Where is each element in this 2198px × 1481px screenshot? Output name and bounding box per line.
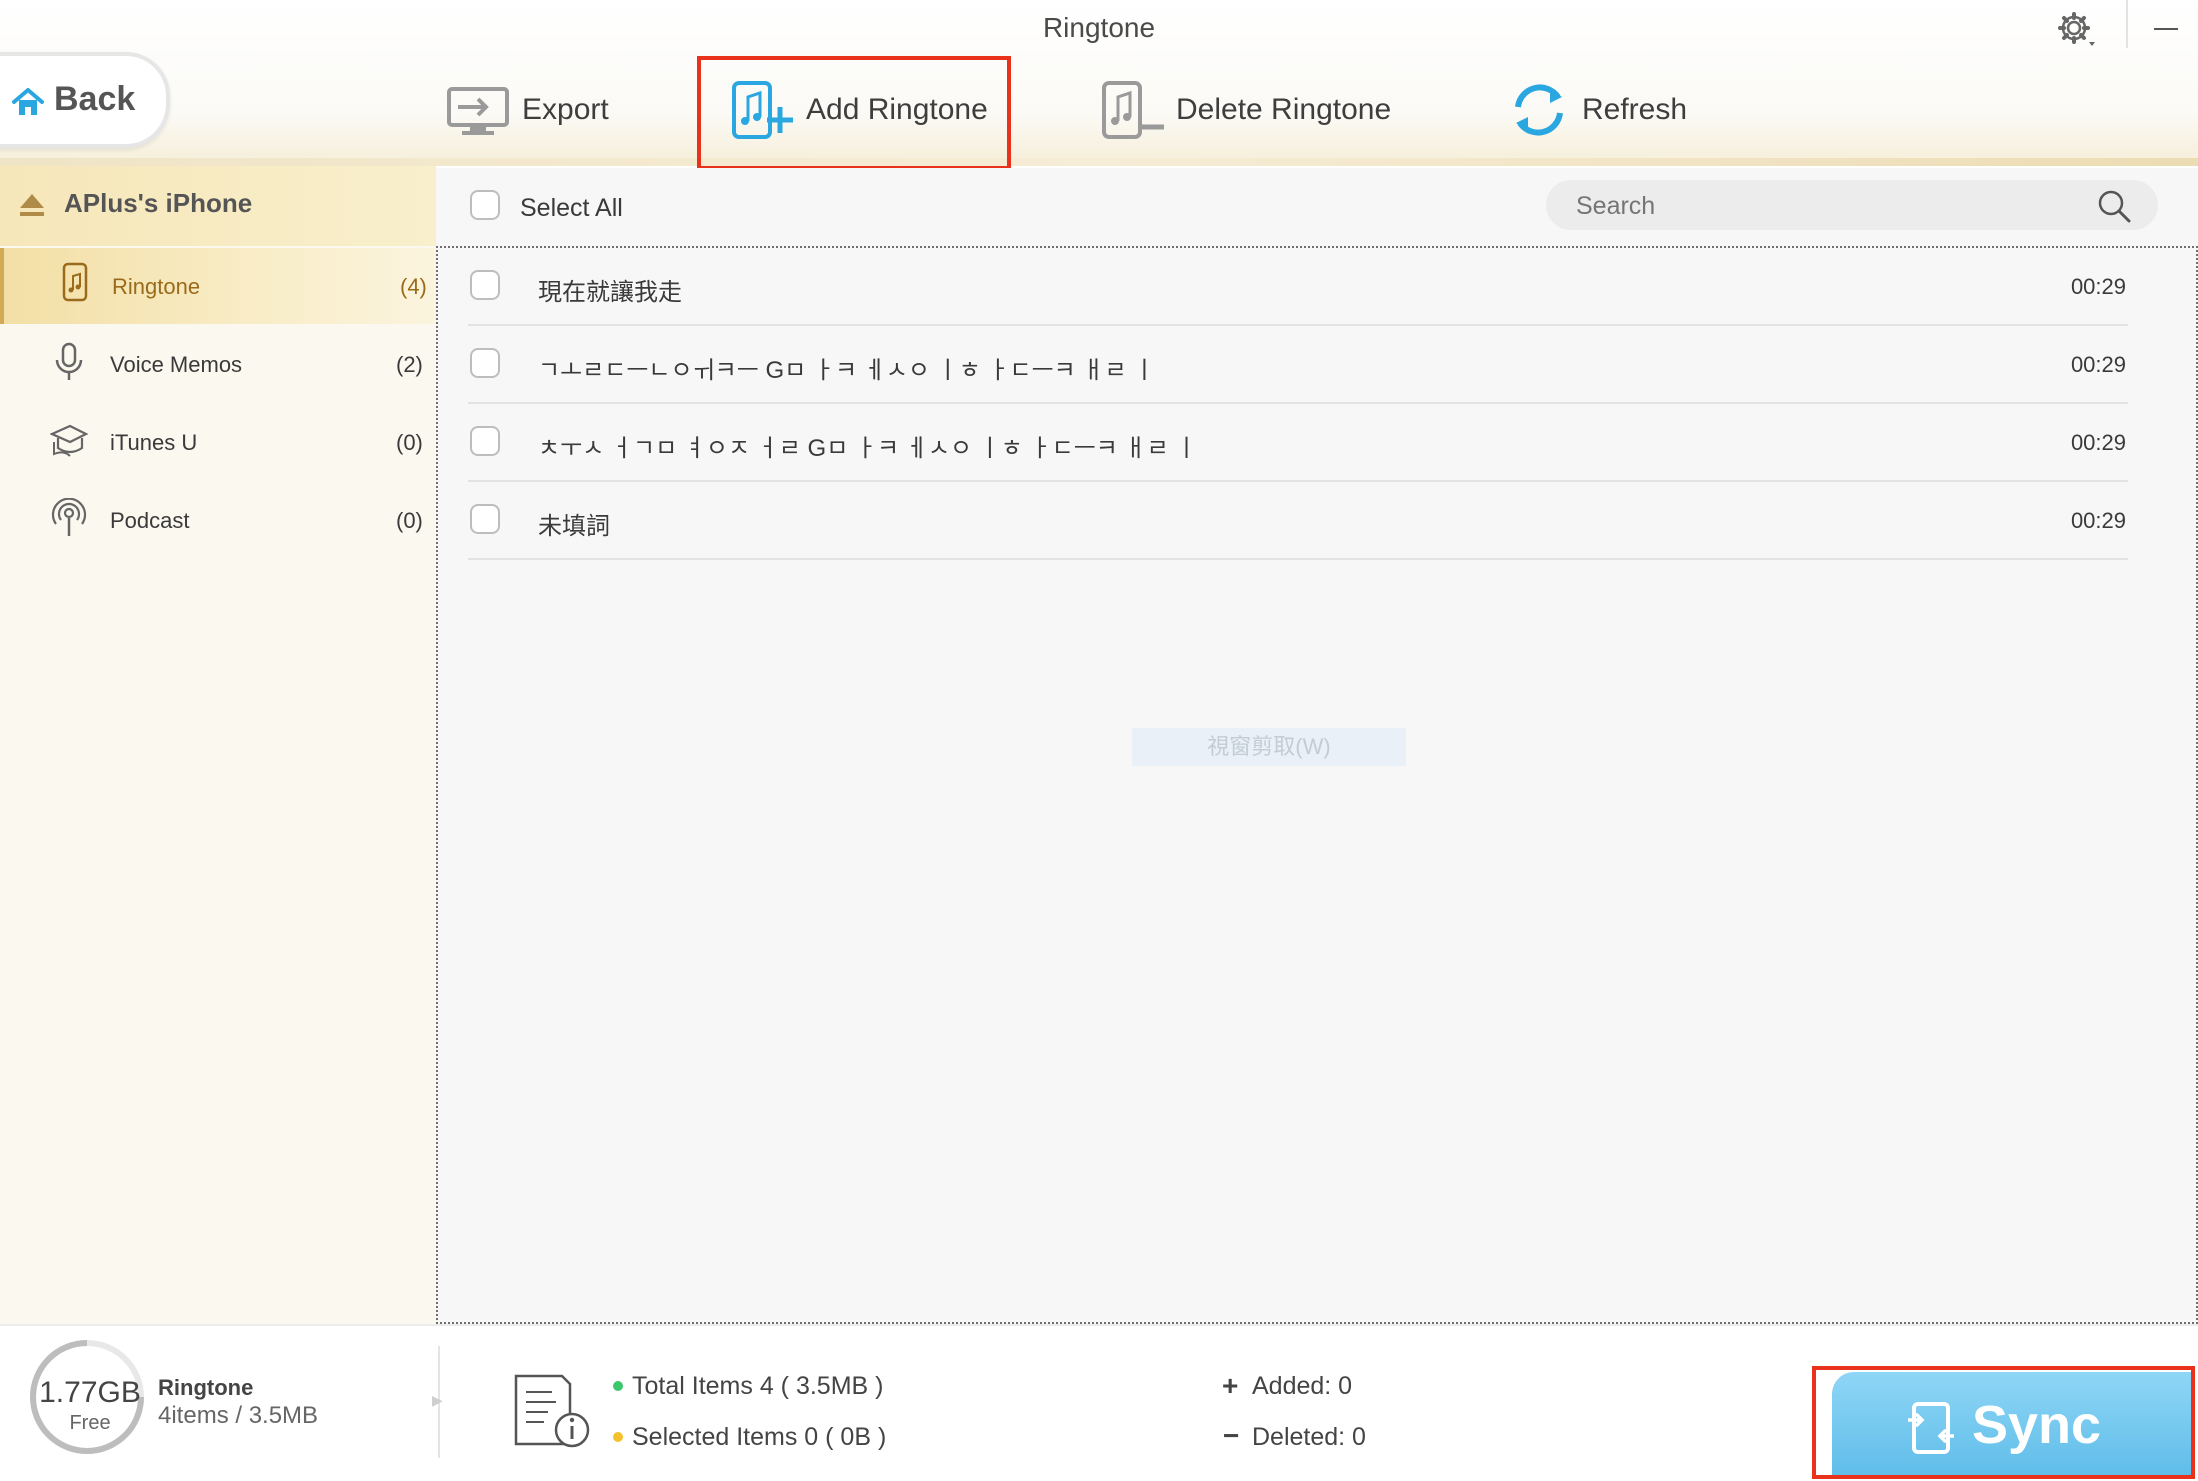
export-label: Export bbox=[522, 93, 609, 126]
ringtone-duration: 00:29 bbox=[2070, 352, 2126, 377]
delete-ringtone-label: Delete Ringtone bbox=[1176, 93, 1392, 126]
sidebar-item-podcast[interactable]: Podcast (0) bbox=[0, 482, 436, 558]
ringtone-duration: 00:29 bbox=[2070, 274, 2126, 299]
row-checkbox[interactable] bbox=[470, 426, 500, 456]
sidebar-item-label: iTunes U bbox=[110, 430, 198, 455]
delete-ringtone-button[interactable]: Delete Ringtone bbox=[1100, 74, 1391, 146]
row-checkbox[interactable] bbox=[470, 270, 500, 300]
total-items: Total Items 4 ( 3.5MB ) bbox=[632, 1372, 884, 1400]
search-box[interactable] bbox=[1546, 180, 2158, 230]
category-summary: 4items / 3.5MB bbox=[158, 1402, 319, 1429]
phone-music-icon bbox=[62, 262, 88, 302]
refresh-button[interactable]: Refresh bbox=[1506, 74, 1687, 146]
ringtone-title: ㅊㅜㅅ ㅓㄱㅁ ㅕㅇㅈ ㅓㄹ Gㅁ ㅏㅋ ㅔㅅㅇ ㅣㅎ ㅏㄷㅡㅋ ㅐㄹ ㅣ bbox=[538, 435, 1198, 462]
row-checkbox[interactable] bbox=[470, 504, 500, 534]
home-icon bbox=[12, 88, 44, 115]
category-title: Ringtone bbox=[158, 1375, 254, 1400]
settings-gear-icon[interactable] bbox=[2054, 8, 2098, 52]
window-capture-overlay: 視窗剪取(W) bbox=[1132, 728, 1406, 766]
sidebar-item-label: Voice Memos bbox=[110, 352, 243, 377]
row-checkbox[interactable] bbox=[470, 348, 500, 378]
list-item[interactable]: 未填詞 00:29 bbox=[468, 482, 2128, 560]
search-icon[interactable] bbox=[2096, 188, 2132, 224]
ringtone-title: 未填詞 bbox=[538, 513, 610, 540]
list-item[interactable]: ㄱㅗㄹㄷㅡㄴㅇㅟㅋㅡ Gㅁ ㅏㅋ ㅔㅅㅇ ㅣㅎ ㅏㄷㅡㅋ ㅐㄹ ㅣ 00:29 bbox=[468, 326, 2128, 404]
list-item[interactable]: 現在就讓我走 00:29 bbox=[468, 248, 2128, 326]
export-icon bbox=[447, 87, 509, 135]
ringtone-title: ㄱㅗㄹㄷㅡㄴㅇㅟㅋㅡ Gㅁ ㅏㅋ ㅔㅅㅇ ㅣㅎ ㅏㄷㅡㅋ ㅐㄹ ㅣ bbox=[538, 357, 1156, 384]
search-input[interactable] bbox=[1574, 188, 2078, 224]
sidebar-item-count: (2) bbox=[396, 352, 423, 377]
sidebar-item-label: Ringtone bbox=[112, 274, 201, 299]
minus-icon: − bbox=[1223, 1420, 1240, 1451]
plus-icon: + bbox=[1222, 1370, 1239, 1401]
refresh-label: Refresh bbox=[1582, 93, 1688, 126]
selected-dot bbox=[613, 1432, 623, 1442]
toolbar-divider bbox=[0, 158, 2198, 166]
window-title: Ringtone bbox=[1042, 12, 1156, 43]
sidebar-item-count: (4) bbox=[400, 274, 427, 299]
total-dot bbox=[613, 1381, 623, 1391]
add-ringtone-highlight bbox=[697, 56, 1011, 170]
sidebar-item-label: Podcast bbox=[110, 508, 190, 533]
back-label: Back bbox=[54, 80, 136, 118]
collapse-arrow-icon[interactable]: ▶ bbox=[432, 1392, 443, 1409]
sync-highlight bbox=[1812, 1366, 2195, 1479]
eject-icon[interactable] bbox=[18, 192, 46, 218]
ringtone-duration: 00:29 bbox=[2070, 508, 2126, 533]
device-name: APlus's iPhone bbox=[64, 188, 253, 218]
storage-free-label: Free bbox=[69, 1412, 111, 1434]
delete-ringtone-icon bbox=[1102, 81, 1164, 139]
storage-free-value: 1.77GB bbox=[39, 1376, 141, 1409]
selected-items: Selected Items 0 ( 0B ) bbox=[632, 1423, 887, 1451]
sidebar-item-voice-memos[interactable]: Voice Memos (2) bbox=[0, 326, 436, 402]
deleted-count: Deleted: 0 bbox=[1252, 1423, 1366, 1451]
title-bar-separator bbox=[2126, 0, 2128, 48]
export-button[interactable]: Export bbox=[446, 74, 609, 146]
sidebar-item-count: (0) bbox=[396, 508, 423, 533]
sidebar-item-itunes-u[interactable]: iTunes U (0) bbox=[0, 404, 436, 480]
sidebar-item-ringtone[interactable]: Ringtone (4) bbox=[0, 248, 436, 324]
graduation-cap-icon bbox=[50, 424, 88, 457]
select-all-checkbox[interactable] bbox=[470, 190, 500, 220]
sidebar-item-count: (0) bbox=[396, 430, 423, 455]
ringtone-duration: 00:29 bbox=[2070, 430, 2126, 455]
microphone-icon bbox=[55, 342, 83, 380]
added-count: Added: 0 bbox=[1252, 1372, 1353, 1400]
list-item[interactable]: ㅊㅜㅅ ㅓㄱㅁ ㅕㅇㅈ ㅓㄹ Gㅁ ㅏㅋ ㅔㅅㅇ ㅣㅎ ㅏㄷㅡㅋ ㅐㄹ ㅣ 00… bbox=[468, 404, 2128, 482]
document-info-icon bbox=[514, 1374, 590, 1448]
minimize-button[interactable] bbox=[2144, 18, 2188, 38]
podcast-icon bbox=[51, 498, 87, 536]
ringtone-title: 現在就讓我走 bbox=[538, 279, 682, 306]
select-all-label: Select All bbox=[520, 194, 623, 222]
refresh-icon bbox=[1515, 84, 1563, 136]
